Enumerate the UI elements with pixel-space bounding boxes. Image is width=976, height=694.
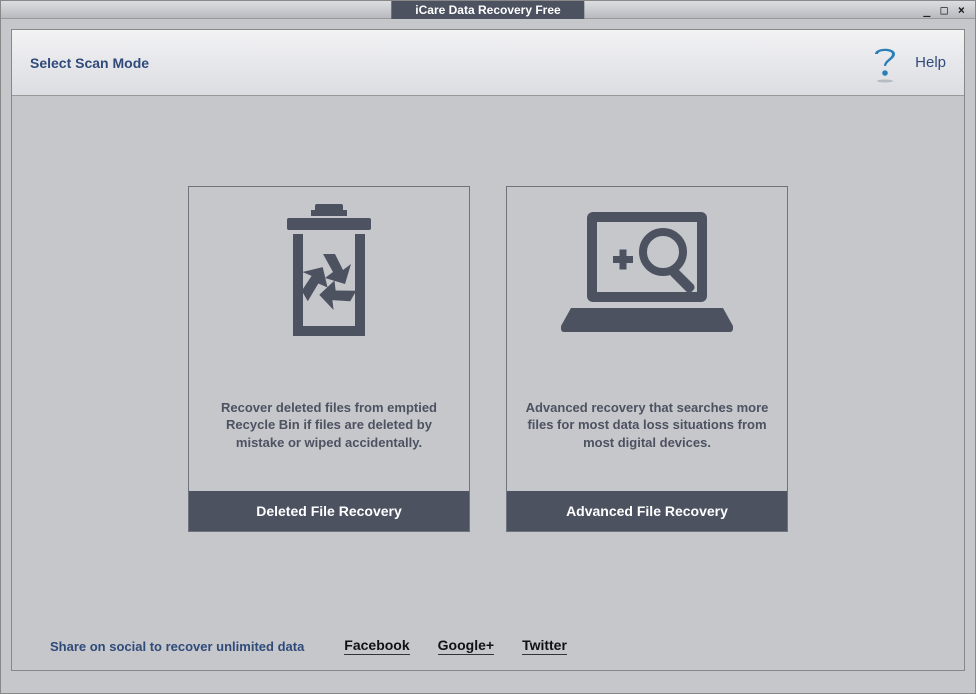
- help-icon: [869, 43, 901, 83]
- social-links: Facebook Google+ Twitter: [344, 637, 567, 655]
- facebook-link[interactable]: Facebook: [344, 637, 409, 655]
- header-bar: Select Scan Mode Help: [12, 30, 964, 96]
- deleted-file-recovery-card[interactable]: Recover deleted files from emptied Recyc…: [188, 186, 470, 532]
- page-title: Select Scan Mode: [30, 55, 149, 71]
- google-plus-link[interactable]: Google+: [438, 637, 494, 655]
- minimize-button[interactable]: _: [923, 3, 930, 17]
- maximize-button[interactable]: □: [941, 3, 948, 17]
- bottom-bar: Share on social to recover unlimited dat…: [12, 622, 964, 670]
- recycle-bin-icon: [189, 187, 469, 359]
- help-label: Help: [915, 54, 946, 71]
- deleted-card-description: Recover deleted files from emptied Recyc…: [189, 359, 469, 491]
- main-area: Recover deleted files from emptied Recyc…: [12, 96, 964, 622]
- window-title: iCare Data Recovery Free: [391, 1, 584, 19]
- advanced-card-description: Advanced recovery that searches more fil…: [507, 359, 787, 491]
- app-window: iCare Data Recovery Free _ □ × Select Sc…: [0, 0, 976, 694]
- window-controls: _ □ ×: [923, 1, 965, 19]
- close-button[interactable]: ×: [958, 3, 965, 17]
- deleted-card-title: Deleted File Recovery: [189, 491, 469, 531]
- advanced-file-recovery-card[interactable]: Advanced recovery that searches more fil…: [506, 186, 788, 532]
- content-frame: Select Scan Mode Help: [11, 29, 965, 671]
- share-text: Share on social to recover unlimited dat…: [50, 639, 304, 654]
- advanced-card-title: Advanced File Recovery: [507, 491, 787, 531]
- laptop-search-icon: [507, 187, 787, 359]
- twitter-link[interactable]: Twitter: [522, 637, 567, 655]
- titlebar: iCare Data Recovery Free _ □ ×: [1, 1, 975, 19]
- help-button[interactable]: Help: [869, 43, 946, 83]
